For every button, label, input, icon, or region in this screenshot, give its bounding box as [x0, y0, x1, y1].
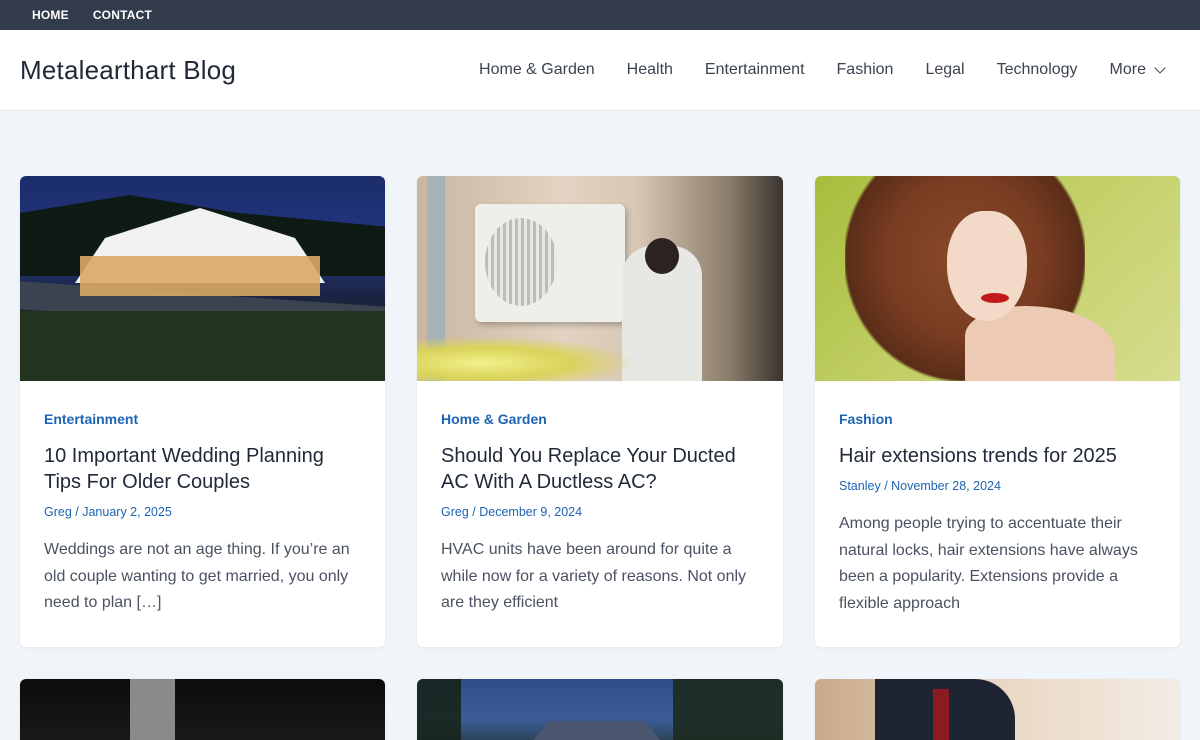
- post-excerpt: Weddings are not an age thing. If you’re…: [44, 541, 350, 611]
- post-excerpt: Among people trying to accentuate their …: [839, 515, 1138, 612]
- post-thumbnail-ac-technician[interactable]: [417, 176, 783, 381]
- post-thumbnail-wedding-tent[interactable]: [20, 176, 385, 381]
- post-card: [815, 679, 1180, 740]
- site-header: Metalearthart Blog Home & Garden Health …: [0, 30, 1200, 111]
- top-link-contact[interactable]: CONTACT: [93, 8, 152, 22]
- post-title[interactable]: 10 Important Wedding Planning Tips For O…: [44, 443, 361, 495]
- post-title[interactable]: Should You Replace Your Ducted AC With A…: [441, 443, 759, 495]
- post-thumbnail-hair-model[interactable]: [815, 176, 1180, 381]
- nav-fashion[interactable]: Fashion: [837, 61, 894, 79]
- post-excerpt: HVAC units have been around for quite a …: [441, 541, 747, 611]
- nav-entertainment[interactable]: Entertainment: [705, 61, 805, 79]
- post-card: [417, 679, 783, 740]
- nav-technology[interactable]: Technology: [997, 61, 1078, 79]
- post-author[interactable]: Greg: [44, 505, 72, 519]
- nav-more[interactable]: More: [1109, 61, 1166, 79]
- post-card: Fashion Hair extensions trends for 2025 …: [815, 176, 1180, 647]
- nav-health[interactable]: Health: [627, 61, 673, 79]
- post-category[interactable]: Fashion: [839, 411, 1156, 427]
- post-thumbnail-businessman[interactable]: [815, 679, 1180, 740]
- post-thumbnail-kitchen[interactable]: [20, 679, 385, 740]
- site-logo[interactable]: Metalearthart Blog: [20, 55, 236, 86]
- nav-legal[interactable]: Legal: [925, 61, 964, 79]
- main-nav: Home & Garden Health Entertainment Fashi…: [447, 61, 1166, 79]
- top-bar: HOME CONTACT: [0, 0, 1200, 30]
- post-grid-row-2: [20, 679, 1180, 740]
- post-date[interactable]: November 28, 2024: [891, 479, 1001, 493]
- chevron-down-icon: [1154, 62, 1166, 74]
- post-title[interactable]: Hair extensions trends for 2025: [839, 443, 1156, 469]
- post-date[interactable]: December 9, 2024: [479, 505, 582, 519]
- post-meta: Greg / December 9, 2024: [441, 505, 759, 519]
- post-card: Home & Garden Should You Replace Your Du…: [417, 176, 783, 647]
- top-link-home[interactable]: HOME: [32, 8, 69, 22]
- nav-home-garden[interactable]: Home & Garden: [479, 61, 595, 79]
- post-grid: Entertainment 10 Important Wedding Plann…: [20, 176, 1180, 647]
- post-thumbnail-house[interactable]: [417, 679, 783, 740]
- post-card: [20, 679, 385, 740]
- post-meta: Stanley / November 28, 2024: [839, 479, 1156, 493]
- nav-more-label: More: [1109, 61, 1146, 78]
- post-date[interactable]: January 2, 2025: [82, 505, 172, 519]
- post-category[interactable]: Entertainment: [44, 411, 361, 427]
- post-card: Entertainment 10 Important Wedding Plann…: [20, 176, 385, 647]
- post-meta: Greg / January 2, 2025: [44, 505, 361, 519]
- post-category[interactable]: Home & Garden: [441, 411, 759, 427]
- post-author[interactable]: Greg: [441, 505, 469, 519]
- post-author[interactable]: Stanley: [839, 479, 881, 493]
